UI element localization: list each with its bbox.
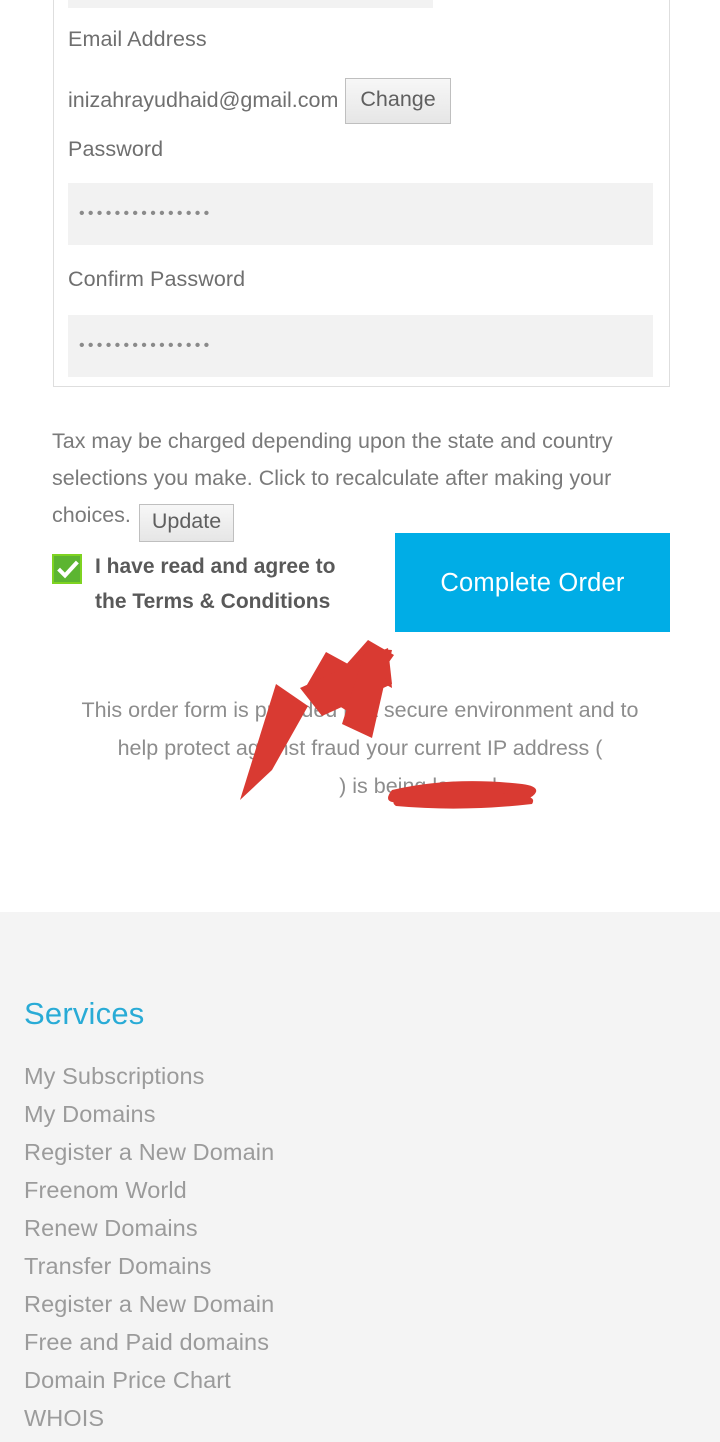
footer-link[interactable]: My Domains bbox=[24, 1095, 424, 1133]
secure-notice-before-ip: This order form is provided in a secure … bbox=[81, 698, 639, 760]
redacted-ip-address bbox=[217, 775, 339, 797]
secure-notice-after-ip: ) is being logged. bbox=[339, 774, 503, 798]
email-address-value: inizahrayudhaid@gmail.com bbox=[68, 88, 339, 113]
complete-order-button[interactable]: Complete Order bbox=[395, 533, 670, 632]
password-masked-value: ••••••••••••••• bbox=[79, 205, 213, 222]
footer-link[interactable]: WHOIS bbox=[24, 1399, 424, 1437]
checkmark-icon bbox=[57, 560, 79, 579]
secure-environment-notice: This order form is provided in a secure … bbox=[60, 691, 660, 805]
footer-link[interactable]: Free and Paid domains bbox=[24, 1323, 424, 1361]
confirm-password-input[interactable]: ••••••••••••••• bbox=[68, 315, 653, 377]
terms-agreement-row[interactable]: I have read and agree to the Terms & Con… bbox=[52, 550, 382, 619]
footer-link[interactable]: Renew Domains bbox=[24, 1209, 424, 1247]
update-button[interactable]: Update bbox=[138, 504, 235, 542]
confirm-password-masked-value: ••••••••••••••• bbox=[79, 337, 213, 354]
tax-notice: Tax may be charged depending upon the st… bbox=[52, 423, 652, 542]
footer-services-heading: Services bbox=[24, 996, 145, 1031]
footer-link[interactable]: Domain Price Chart bbox=[24, 1361, 424, 1399]
change-email-button[interactable]: Change bbox=[345, 78, 451, 124]
terms-label: I have read and agree to the Terms & Con… bbox=[95, 550, 355, 619]
password-input[interactable]: ••••••••••••••• bbox=[68, 183, 653, 245]
footer-link[interactable]: Register a New Domain bbox=[24, 1285, 424, 1323]
tax-notice-text: Tax may be charged depending upon the st… bbox=[52, 429, 613, 527]
email-address-label: Email Address bbox=[68, 27, 207, 51]
confirm-password-label: Confirm Password bbox=[68, 267, 246, 291]
footer-link[interactable]: Transfer Domains bbox=[24, 1247, 424, 1285]
email-address-row: inizahrayudhaid@gmail.com Change bbox=[68, 78, 451, 124]
checkout-section: Email Address inizahrayudhaid@gmail.com … bbox=[0, 0, 720, 912]
footer-services-links: My Subscriptions My Domains Register a N… bbox=[24, 1057, 424, 1437]
terms-checkbox[interactable] bbox=[52, 554, 82, 584]
footer-link[interactable]: My Subscriptions bbox=[24, 1057, 424, 1095]
terms-and-conditions-link[interactable]: Terms & Conditions bbox=[132, 590, 330, 613]
footer-link[interactable]: Freenom World bbox=[24, 1171, 424, 1209]
cut-off-input-field[interactable] bbox=[68, 0, 433, 8]
password-label: Password bbox=[68, 137, 164, 161]
footer-link[interactable]: Register a New Domain bbox=[24, 1133, 424, 1171]
